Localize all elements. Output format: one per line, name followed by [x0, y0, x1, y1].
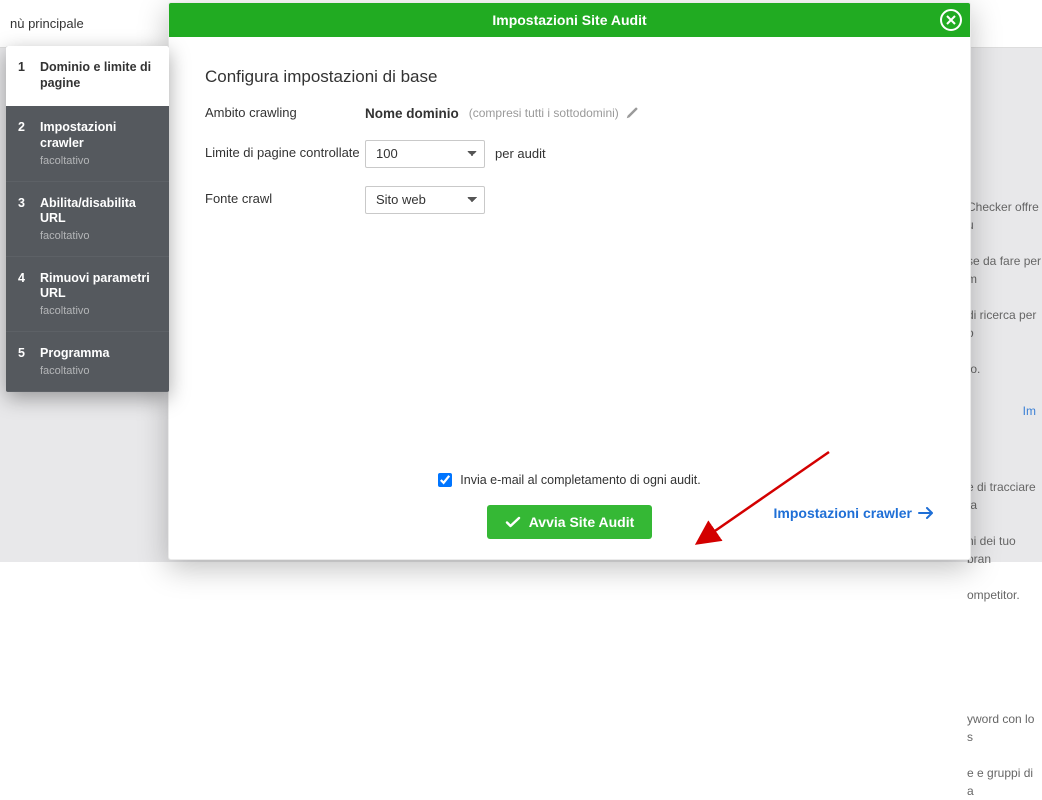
page-limit-suffix: per audit: [495, 146, 546, 161]
label-page-limit: Limite di pagine controllate: [205, 145, 365, 162]
email-on-complete-checkbox[interactable]: [438, 473, 452, 487]
label-crawl-source: Fonte crawl: [205, 191, 365, 208]
domain-name-field: Nome dominio: [365, 106, 459, 121]
wizard-step-domain[interactable]: 1 Dominio e limite di pagine: [6, 46, 169, 106]
modal-header: Impostazioni Site Audit: [169, 3, 970, 37]
backdrop-menu-label: nù principale: [10, 16, 84, 31]
row-crawl-scope: Ambito crawling Nome dominio (compresi t…: [205, 105, 934, 122]
wizard-step-url-params[interactable]: 4 Rimuovi parametri URL facoltativo: [6, 257, 169, 332]
arrow-right-icon: [918, 507, 934, 519]
close-icon[interactable]: [940, 9, 962, 31]
wizard-sidebar: 1 Dominio e limite di pagine 2 Impostazi…: [6, 46, 169, 392]
crawler-settings-link[interactable]: Impostazioni crawler: [774, 505, 934, 521]
domain-hint: (compresi tutti i sottodomini): [469, 106, 639, 120]
modal-body: Configura impostazioni di base Ambito cr…: [169, 37, 970, 559]
wizard-step-url-allow[interactable]: 3 Abilita/disabilita URL facoltativo: [6, 182, 169, 257]
email-on-complete-label: Invia e-mail al completamento di ogni au…: [460, 473, 700, 487]
modal-title: Impostazioni Site Audit: [492, 12, 646, 28]
start-audit-button[interactable]: Avvia Site Audit: [487, 505, 653, 539]
label-crawl-scope: Ambito crawling: [205, 105, 365, 122]
site-audit-settings-modal: Impostazioni Site Audit Configura impost…: [168, 2, 971, 560]
pencil-icon[interactable]: [625, 106, 639, 120]
check-icon: [505, 514, 521, 530]
email-on-complete-row[interactable]: Invia e-mail al completamento di ogni au…: [169, 473, 970, 487]
wizard-step-crawler[interactable]: 2 Impostazioni crawler facoltativo: [6, 106, 169, 181]
row-page-limit: Limite di pagine controllate 100 per aud…: [205, 140, 934, 168]
row-crawl-source: Fonte crawl Sito web: [205, 186, 934, 214]
section-title: Configura impostazioni di base: [205, 67, 934, 87]
wizard-step-schedule[interactable]: 5 Programma facoltativo: [6, 332, 169, 392]
crawl-source-select[interactable]: Sito web: [365, 186, 485, 214]
page-limit-select[interactable]: 100: [365, 140, 485, 168]
backdrop-right-text: Checker offre u se da fare per m di rice…: [967, 180, 1042, 800]
